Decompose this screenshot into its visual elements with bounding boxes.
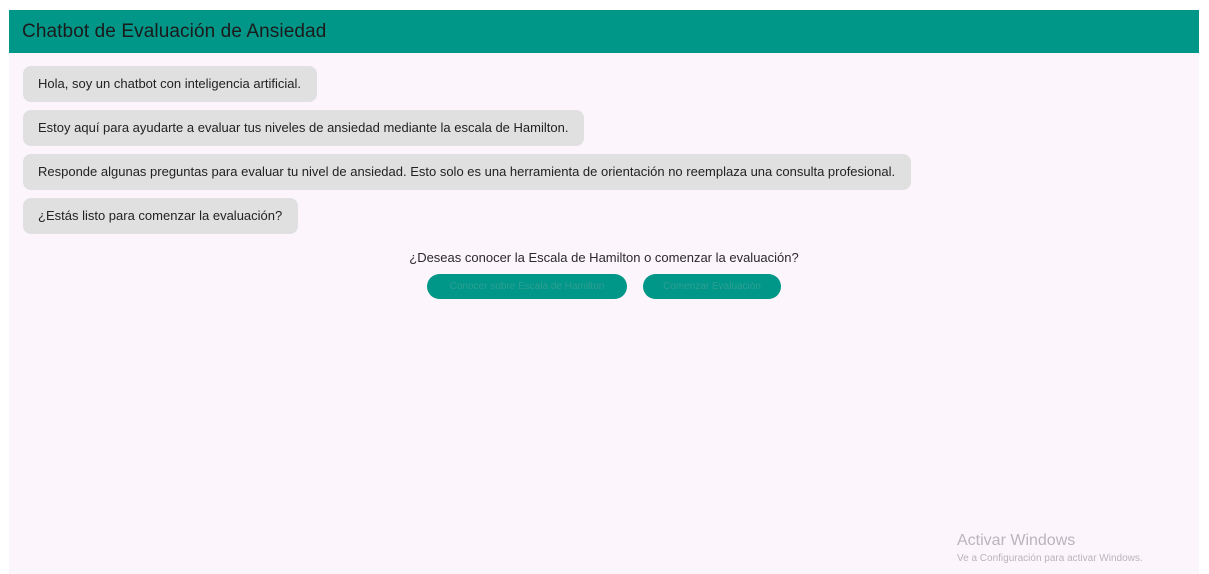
choice-actions: Conocer sobre Escala de Hamilton Comenza… <box>9 274 1199 299</box>
bot-message: ¿Estás listo para comenzar la evaluación… <box>23 198 299 234</box>
chat-area: Hola, soy un chatbot con inteligencia ar… <box>9 53 1199 299</box>
message-row: Estoy aquí para ayudarte a evaluar tus n… <box>23 110 1199 154</box>
watermark-title: Activar Windows <box>957 532 1076 549</box>
learn-hamilton-button[interactable]: Conocer sobre Escala de Hamilton <box>427 274 627 299</box>
start-evaluation-button[interactable]: Comenzar Evaluación <box>643 274 781 299</box>
app-bar: Chatbot de Evaluación de Ansiedad <box>9 10 1199 53</box>
bot-message: Responde algunas preguntas para evaluar … <box>23 154 912 190</box>
bot-message: Hola, soy un chatbot con inteligencia ar… <box>23 66 318 102</box>
choice-prompt: ¿Deseas conocer la Escala de Hamilton o … <box>409 250 799 265</box>
app-window: Chatbot de Evaluación de Ansiedad Hola, … <box>9 10 1199 574</box>
windows-activation-watermark: Activar Windows Ve a Configuración para … <box>957 532 1143 566</box>
app-title: Chatbot de Evaluación de Ansiedad <box>22 20 327 42</box>
message-row: Hola, soy un chatbot con inteligencia ar… <box>23 66 1199 110</box>
watermark-subtitle: Ve a Configuración para activar Windows. <box>957 553 1143 564</box>
message-row: ¿Estás listo para comenzar la evaluación… <box>23 198 1199 242</box>
message-row: Responde algunas preguntas para evaluar … <box>23 154 1199 198</box>
bot-message: Estoy aquí para ayudarte a evaluar tus n… <box>23 110 585 146</box>
